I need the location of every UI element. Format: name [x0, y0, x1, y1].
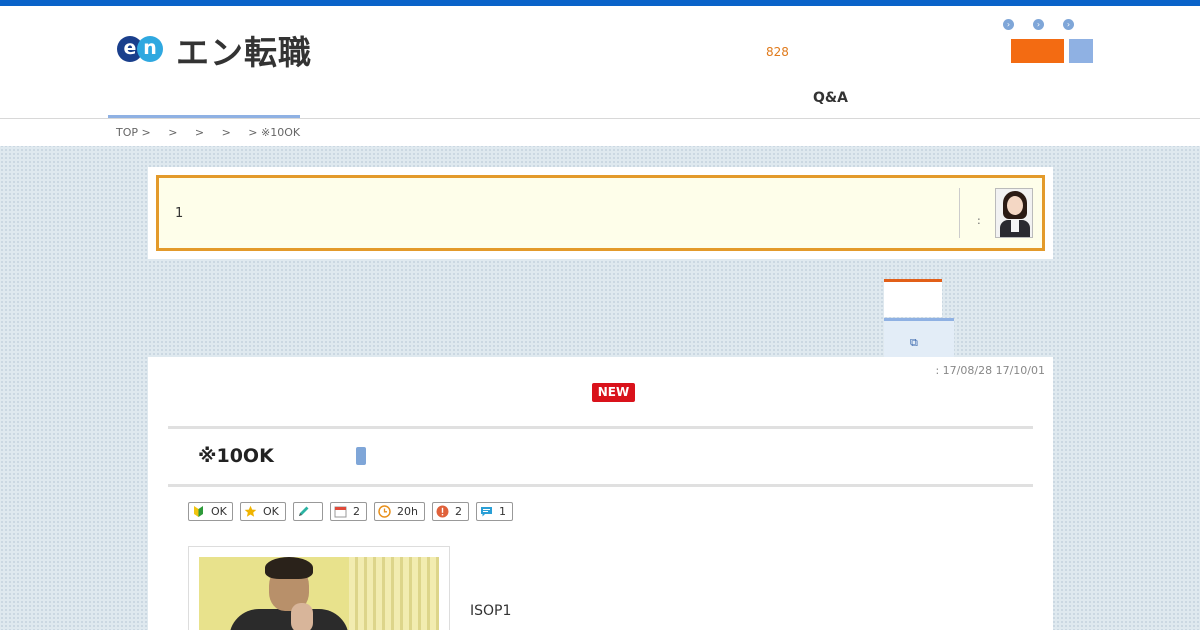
site-header: e n エン転職 828 › › › Q&A TOP > > > > > ※10… — [0, 6, 1200, 146]
logo-n-circle: n — [137, 36, 163, 62]
notice-box: 1 : — [156, 175, 1045, 251]
tab-current[interactable] — [884, 279, 942, 317]
job-count: 828 — [766, 45, 789, 59]
notice-text: 1 — [175, 206, 184, 221]
tag-pencil — [293, 502, 323, 521]
external-link-icon: ⧉ — [910, 336, 918, 349]
post-content: : 17/08/28 17/10/01 NEW ※10OK OK OK 2 20… — [148, 357, 1053, 630]
nav-qa[interactable]: Q&A — [813, 90, 848, 106]
star-icon — [244, 505, 257, 517]
beginner-mark-icon — [194, 506, 203, 517]
notice-divider — [959, 188, 960, 238]
nav-divider — [0, 118, 1200, 119]
tag-clock: 20h — [374, 502, 425, 521]
divider — [168, 484, 1033, 487]
post-title: ※10OK — [198, 445, 274, 467]
tag-alert: 2 — [432, 502, 469, 521]
comment-icon — [481, 507, 492, 517]
title-tag — [356, 447, 366, 465]
notice-label: : — [977, 214, 981, 227]
calendar-icon — [334, 506, 347, 518]
logo-text[interactable]: エン転職 — [176, 26, 312, 74]
login-button[interactable] — [1069, 39, 1093, 63]
logo-mark[interactable]: e n — [117, 30, 163, 66]
tab-external[interactable]: ⧉ — [884, 318, 954, 358]
post-dates: : 17/08/28 17/10/01 — [935, 364, 1045, 377]
new-badge: NEW — [592, 383, 635, 402]
post-photo-frame — [188, 546, 450, 630]
tag-comment: 1 — [476, 502, 513, 521]
register-button[interactable] — [1011, 39, 1064, 63]
clock-icon — [378, 505, 391, 518]
post-body-text: ISOP1 — [470, 603, 512, 619]
divider — [168, 426, 1033, 429]
alert-icon — [436, 505, 449, 518]
post-photo — [199, 557, 439, 630]
chevron-right-icon[interactable]: › — [1003, 19, 1014, 30]
consultant-avatar — [995, 188, 1033, 238]
breadcrumb[interactable]: TOP > > > > > ※10OK — [116, 126, 300, 139]
chevron-right-icon[interactable]: › — [1063, 19, 1074, 30]
header-links: › › › — [1003, 19, 1083, 31]
chevron-right-icon[interactable]: › — [1033, 19, 1044, 30]
tag-beginner: OK — [188, 502, 233, 521]
tag-calendar: 2 — [330, 502, 367, 521]
consultant-notice: 1 : — [148, 167, 1053, 259]
pencil-icon — [299, 506, 309, 516]
tag-star: OK — [240, 502, 286, 521]
